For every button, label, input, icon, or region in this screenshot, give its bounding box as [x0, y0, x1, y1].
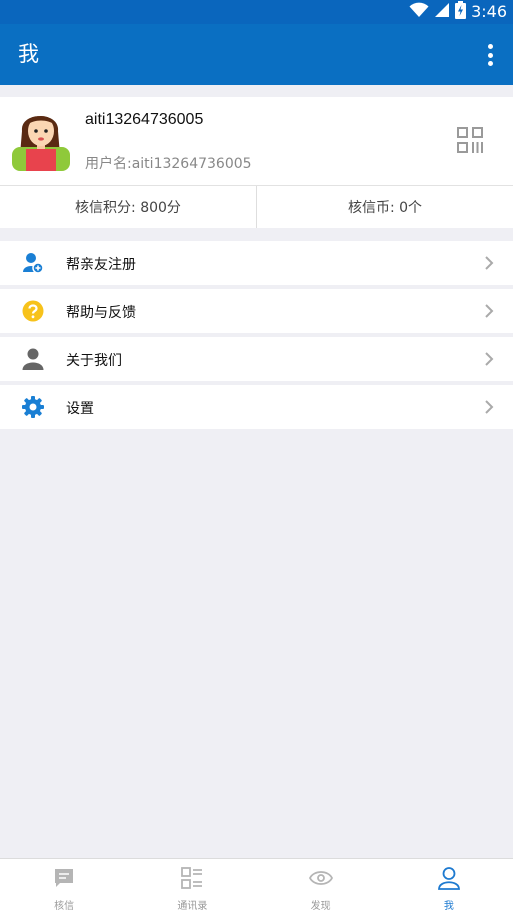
menu-label: 设置 — [66, 401, 94, 417]
tab-label: 核信 — [54, 901, 75, 910]
tab-contacts[interactable]: 通讯录 — [128, 859, 256, 910]
menu-label: 关于我们 — [66, 353, 122, 369]
chevron-right-icon — [483, 399, 495, 415]
add-friend-icon — [22, 252, 44, 274]
tab-label: 通讯录 — [177, 901, 208, 910]
page-title: 我 — [18, 42, 39, 66]
chevron-right-icon — [483, 303, 495, 319]
menu-item-settings[interactable]: 设置 — [0, 385, 513, 429]
avatar[interactable] — [12, 105, 70, 171]
chevron-right-icon — [483, 351, 495, 367]
chevron-right-icon — [483, 255, 495, 271]
help-icon — [22, 300, 44, 322]
bottom-tab-bar: 核信 通讯录 发现 我 — [0, 858, 513, 910]
battery-icon — [455, 1, 467, 23]
qr-code-icon[interactable] — [457, 127, 483, 153]
menu-item-invite[interactable]: 帮亲友注册 — [0, 241, 513, 285]
tab-me[interactable]: 我 — [385, 859, 513, 910]
stats-row: 核信积分: 800分 核信币: 0个 — [0, 185, 513, 228]
gear-icon — [22, 396, 44, 418]
tab-hexin[interactable]: 核信 — [0, 859, 128, 910]
eye-icon — [308, 866, 333, 894]
contacts-icon — [180, 866, 204, 894]
tab-label: 我 — [443, 901, 454, 910]
tab-label: 发现 — [310, 901, 331, 910]
status-bar: 3:46 — [0, 0, 513, 24]
app-bar: 我 — [0, 24, 513, 85]
menu-label: 帮亲友注册 — [66, 257, 136, 273]
menu-item-about[interactable]: 关于我们 — [0, 337, 513, 381]
person-icon — [22, 348, 44, 370]
user-icon — [437, 866, 461, 894]
more-options-icon[interactable] — [485, 44, 495, 66]
status-time: 3:46 — [471, 2, 507, 21]
wifi-icon — [409, 2, 429, 22]
profile-name: aiti13264736005 — [85, 111, 204, 128]
profile-card[interactable]: aiti13264736005 用户名:aiti13264736005 — [0, 97, 513, 185]
profile-username: 用户名:aiti13264736005 — [85, 156, 252, 172]
points-stat[interactable]: 核信积分: 800分 — [0, 186, 256, 228]
menu-label: 帮助与反馈 — [66, 305, 136, 321]
signal-icon — [434, 2, 450, 22]
coins-stat[interactable]: 核信币: 0个 — [256, 186, 513, 228]
menu-item-help[interactable]: 帮助与反馈 — [0, 289, 513, 333]
tab-discover[interactable]: 发现 — [257, 859, 385, 910]
chat-icon — [52, 866, 76, 894]
